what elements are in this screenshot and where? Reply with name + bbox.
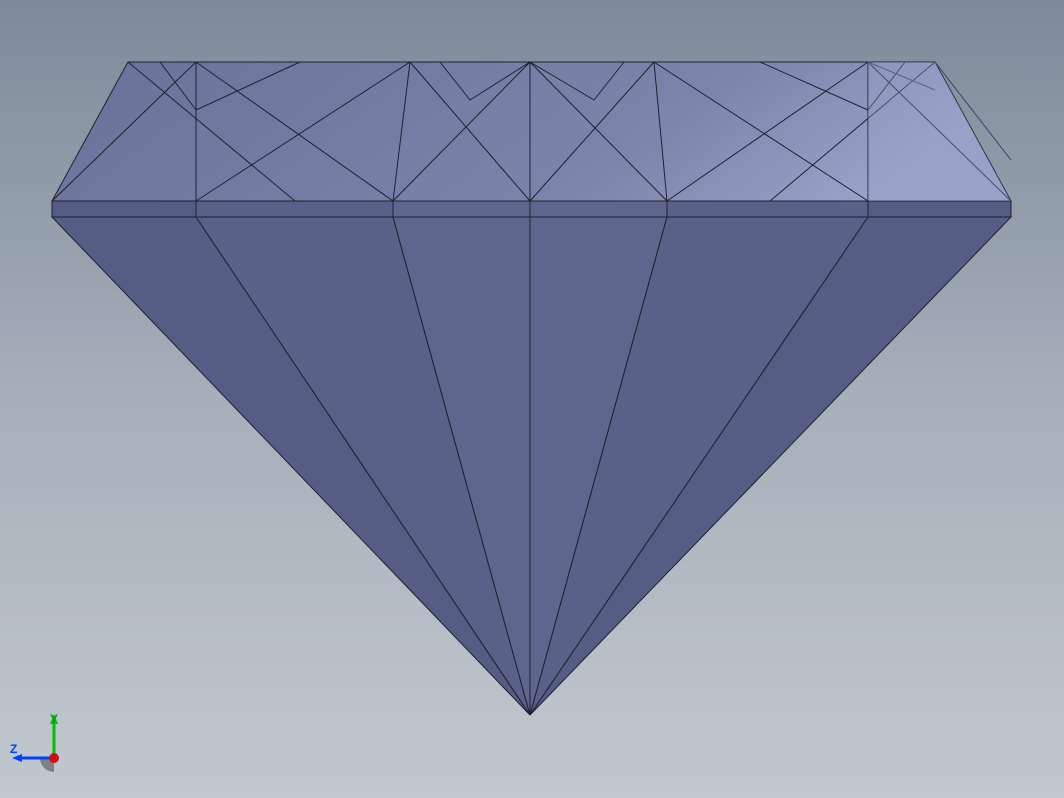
girdle-segment bbox=[196, 201, 393, 217]
girdle-segment bbox=[530, 201, 667, 217]
axis-z-label: Z bbox=[10, 742, 17, 756]
girdle-segment bbox=[667, 201, 868, 217]
girdle-segment bbox=[393, 201, 530, 217]
model-render bbox=[0, 0, 1064, 798]
crown-highlight bbox=[868, 62, 1011, 201]
girdle-segment bbox=[52, 201, 196, 217]
girdle-segment bbox=[868, 201, 1011, 217]
cad-3d-viewport[interactable]: Y Z bbox=[0, 0, 1064, 798]
axis-y-label: Y bbox=[50, 712, 58, 726]
